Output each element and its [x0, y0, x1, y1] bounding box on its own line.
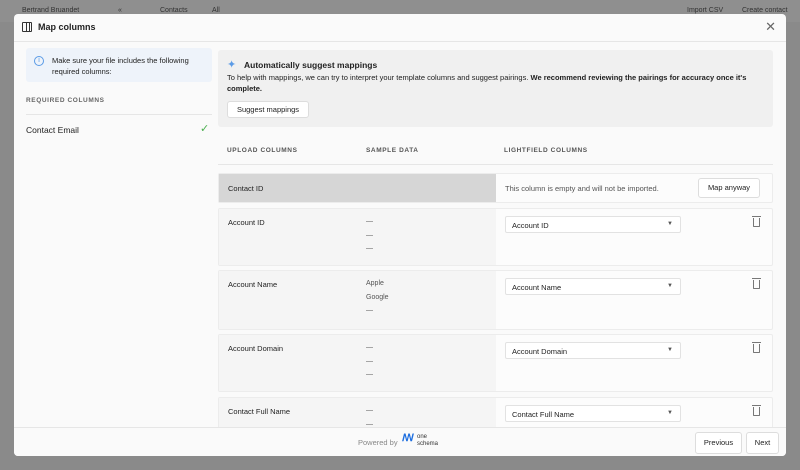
sample: — [366, 357, 373, 365]
table-row: Account Name Apple Google — Account Name ▼ [218, 270, 773, 330]
modal-header: Map columns ✕ [14, 14, 786, 42]
sample: — [366, 371, 373, 378]
info-box: i Make sure your file includes the follo… [26, 48, 212, 82]
trash-icon[interactable] [752, 405, 761, 416]
map-anyway-button[interactable]: Map anyway [698, 178, 760, 198]
suggest-mappings-button[interactable]: Suggest mappings [227, 101, 309, 118]
sample: — [366, 407, 373, 414]
previous-button[interactable]: Previous [695, 432, 742, 454]
table-row: Account Domain — — — Account Domain ▼ [218, 334, 773, 392]
suggest-title: Automatically suggest mappings [244, 60, 378, 70]
map-icon [22, 22, 32, 32]
table-row: Account ID — — — Account ID ▼ [218, 208, 773, 266]
trash-icon[interactable] [752, 278, 761, 289]
chevron-down-icon: ▼ [667, 347, 673, 353]
chevron-down-icon: ▼ [667, 283, 673, 289]
sample-data: — — — [366, 341, 373, 382]
col-sample: SAMPLE DATA [366, 147, 419, 154]
modal-title: Map columns [38, 22, 96, 32]
selected-value: Account Domain [512, 347, 568, 356]
selected-value: Contact Full Name [512, 410, 575, 419]
sample: — [366, 344, 373, 351]
upload-column-name: Contact ID [228, 184, 264, 193]
sample: — [366, 231, 373, 239]
chevron-down-icon: ▼ [667, 410, 673, 416]
col-lightfield: LIGHTFIELD COLUMNS [504, 147, 588, 154]
sample: Google [366, 293, 389, 301]
upload-column-name: Account Name [228, 280, 278, 289]
close-icon[interactable]: ✕ [765, 19, 776, 35]
table-row-contact-id: Contact ID This column is empty and will… [218, 173, 773, 203]
map-columns-modal: Map columns ✕ i Make sure your file incl… [14, 14, 786, 456]
sample-data: — — — [366, 215, 373, 256]
sample: — [366, 245, 373, 252]
check-icon: ✓ [200, 123, 210, 135]
sample-data: Apple Google — [366, 277, 389, 318]
sample: — [366, 218, 373, 225]
lightfield-column-select[interactable]: Contact Full Name ▼ [505, 405, 681, 422]
required-item-contact-email: Contact Email [26, 125, 79, 135]
selected-value: Account ID [512, 221, 549, 230]
divider [26, 114, 212, 115]
info-icon: i [34, 56, 44, 66]
divider [218, 164, 773, 165]
trash-icon[interactable] [752, 342, 761, 353]
chevron-down-icon: ▼ [667, 221, 673, 227]
empty-message: This column is empty and will not be imp… [505, 184, 659, 193]
info-text: Make sure your file includes the followi… [52, 56, 189, 76]
tab-contacts: Contacts [160, 7, 188, 14]
import-csv-button: Import CSV [687, 7, 724, 14]
lightfield-column-select[interactable]: Account ID ▼ [505, 216, 681, 233]
user-name: Bertrand Bruandet [22, 7, 80, 14]
sample: Apple [366, 280, 384, 287]
lightfield-column-select[interactable]: Account Name ▼ [505, 278, 681, 295]
suggest-mappings-panel: ✦ Automatically suggest mappings To help… [218, 50, 773, 127]
sparkle-icon: ✦ [227, 59, 237, 71]
upload-column-name: Account ID [228, 218, 265, 227]
brand-line: one [417, 434, 428, 440]
collapse-icon: « [118, 7, 122, 14]
next-button[interactable]: Next [746, 432, 779, 454]
trash-icon[interactable] [752, 216, 761, 227]
oneschema-mark-icon: ꟿ [402, 433, 414, 444]
tab-all: All [212, 7, 220, 14]
upload-column-name: Contact Full Name [228, 407, 291, 416]
selected-value: Account Name [512, 283, 562, 292]
powered-by: Powered by [358, 438, 398, 447]
sample: — [366, 307, 373, 314]
required-columns-label: REQUIRED COLUMNS [26, 97, 105, 104]
modal-footer: Powered by ꟿ one schema Previous Next [14, 427, 786, 456]
description-text: To help with mappings, we can try to int… [227, 73, 531, 82]
col-upload: UPLOAD COLUMNS [227, 147, 298, 154]
brand-line: schema [417, 441, 439, 447]
upload-column-name: Account Domain [228, 344, 284, 353]
suggest-description: To help with mappings, we can try to int… [227, 72, 767, 94]
oneschema-logo: ꟿ one schema [402, 433, 439, 448]
create-contact-button: Create contact [742, 7, 788, 14]
lightfield-column-select[interactable]: Account Domain ▼ [505, 342, 681, 359]
